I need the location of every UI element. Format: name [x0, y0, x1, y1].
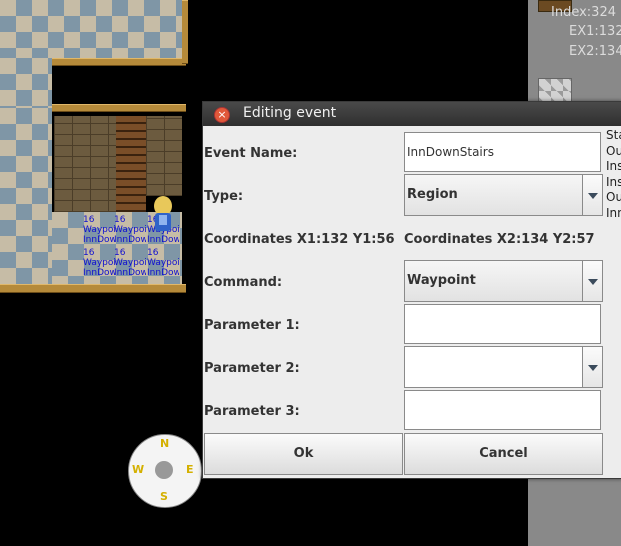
editing-event-dialog: × Editing event Event Name: InnDownStair… — [202, 101, 621, 479]
event-name-label: Event Name: — [204, 146, 298, 161]
game-map[interactable]: 16 Waypoi InnDow 16 Waypoi InnDow 16 Way… — [0, 0, 190, 300]
parameter-3-label: Parameter 3: — [204, 404, 300, 419]
floor-tiles — [0, 58, 52, 108]
wall-edge — [52, 58, 186, 66]
event-name: InnDow — [83, 268, 115, 278]
list-item[interactable]: Sta — [606, 128, 621, 144]
compass-west: W — [132, 463, 145, 476]
player-character[interactable] — [148, 196, 178, 232]
compass-east: E — [186, 463, 194, 476]
inn-wall — [54, 116, 116, 212]
command-select-value: Waypoint — [407, 273, 476, 288]
close-icon[interactable]: × — [214, 107, 230, 123]
event-level: 16 — [83, 248, 95, 258]
list-item[interactable]: Ins — [606, 175, 621, 191]
wall-edge — [0, 284, 186, 293]
chevron-down-icon[interactable] — [582, 261, 602, 301]
event-command: Waypoi — [147, 258, 179, 268]
list-item[interactable]: Inn — [606, 206, 621, 222]
inn-wall — [146, 116, 182, 196]
event-name: InnDow — [114, 235, 146, 245]
stairs-down — [116, 116, 146, 212]
coordinates-start: Coordinates X1:132 Y1:56 — [204, 232, 395, 247]
chevron-down-icon[interactable] — [582, 175, 602, 215]
event-marker[interactable]: 16 Waypoi InnDow — [114, 248, 146, 278]
parameter-1-field[interactable] — [404, 304, 601, 344]
compass-north: N — [160, 437, 170, 450]
event-command: Waypoi — [83, 225, 115, 235]
list-item[interactable]: Ou — [606, 144, 621, 160]
event-level: 16 — [147, 248, 159, 258]
dialog-title: Editing event — [243, 105, 337, 121]
type-select[interactable]: Region — [404, 174, 603, 216]
event-list[interactable]: Sta Ou Ins Ins Ou Inn — [606, 128, 621, 228]
event-name-field[interactable]: InnDownStairs — [404, 132, 601, 172]
ok-button[interactable]: Ok — [204, 433, 403, 475]
event-name: InnDow — [83, 235, 115, 245]
parameter-1-label: Parameter 1: — [204, 318, 300, 333]
cancel-button[interactable]: Cancel — [404, 433, 603, 475]
event-name: InnDow — [147, 235, 179, 245]
type-select-value: Region — [407, 187, 458, 202]
dialog-titlebar[interactable]: × Editing event — [203, 102, 621, 126]
index-readout: Index:324 — [551, 5, 616, 20]
floor-tiles — [0, 0, 182, 58]
event-level: 16 — [114, 215, 126, 225]
wall-edge — [182, 0, 188, 64]
wall-edge — [52, 104, 186, 112]
event-marker[interactable]: 16 Waypoi InnDow — [83, 248, 115, 278]
event-marker[interactable]: 16 Waypoi InnDow — [114, 215, 146, 245]
event-name: InnDow — [114, 268, 146, 278]
compass-south: S — [160, 490, 168, 503]
list-item[interactable]: Ins — [606, 159, 621, 175]
list-item[interactable]: Ou — [606, 190, 621, 206]
event-marker[interactable]: 16 Waypoi InnDow — [147, 248, 179, 278]
parameter-2-select[interactable] — [404, 346, 603, 388]
coordinates-end: Coordinates X2:134 Y2:57 — [404, 232, 595, 247]
type-label: Type: — [204, 189, 244, 204]
ex2-readout: EX2:134 — [569, 44, 621, 59]
event-level: 16 — [83, 215, 95, 225]
event-command: Waypoi — [114, 258, 146, 268]
compass-center — [155, 461, 173, 479]
compass-widget: N E S W — [128, 434, 202, 508]
event-marker[interactable]: 16 Waypoi InnDow — [83, 215, 115, 245]
parameter-3-field[interactable] — [404, 390, 601, 430]
event-name: InnDow — [147, 268, 179, 278]
command-label: Command: — [204, 275, 283, 290]
floor-tiles — [0, 108, 52, 288]
ex1-readout: EX1:132 — [569, 24, 621, 39]
event-command: Waypoi — [114, 225, 146, 235]
event-command: Waypoi — [83, 258, 115, 268]
event-level: 16 — [114, 248, 126, 258]
command-select[interactable]: Waypoint — [404, 260, 603, 302]
chevron-down-icon[interactable] — [582, 347, 602, 387]
parameter-2-label: Parameter 2: — [204, 361, 300, 376]
